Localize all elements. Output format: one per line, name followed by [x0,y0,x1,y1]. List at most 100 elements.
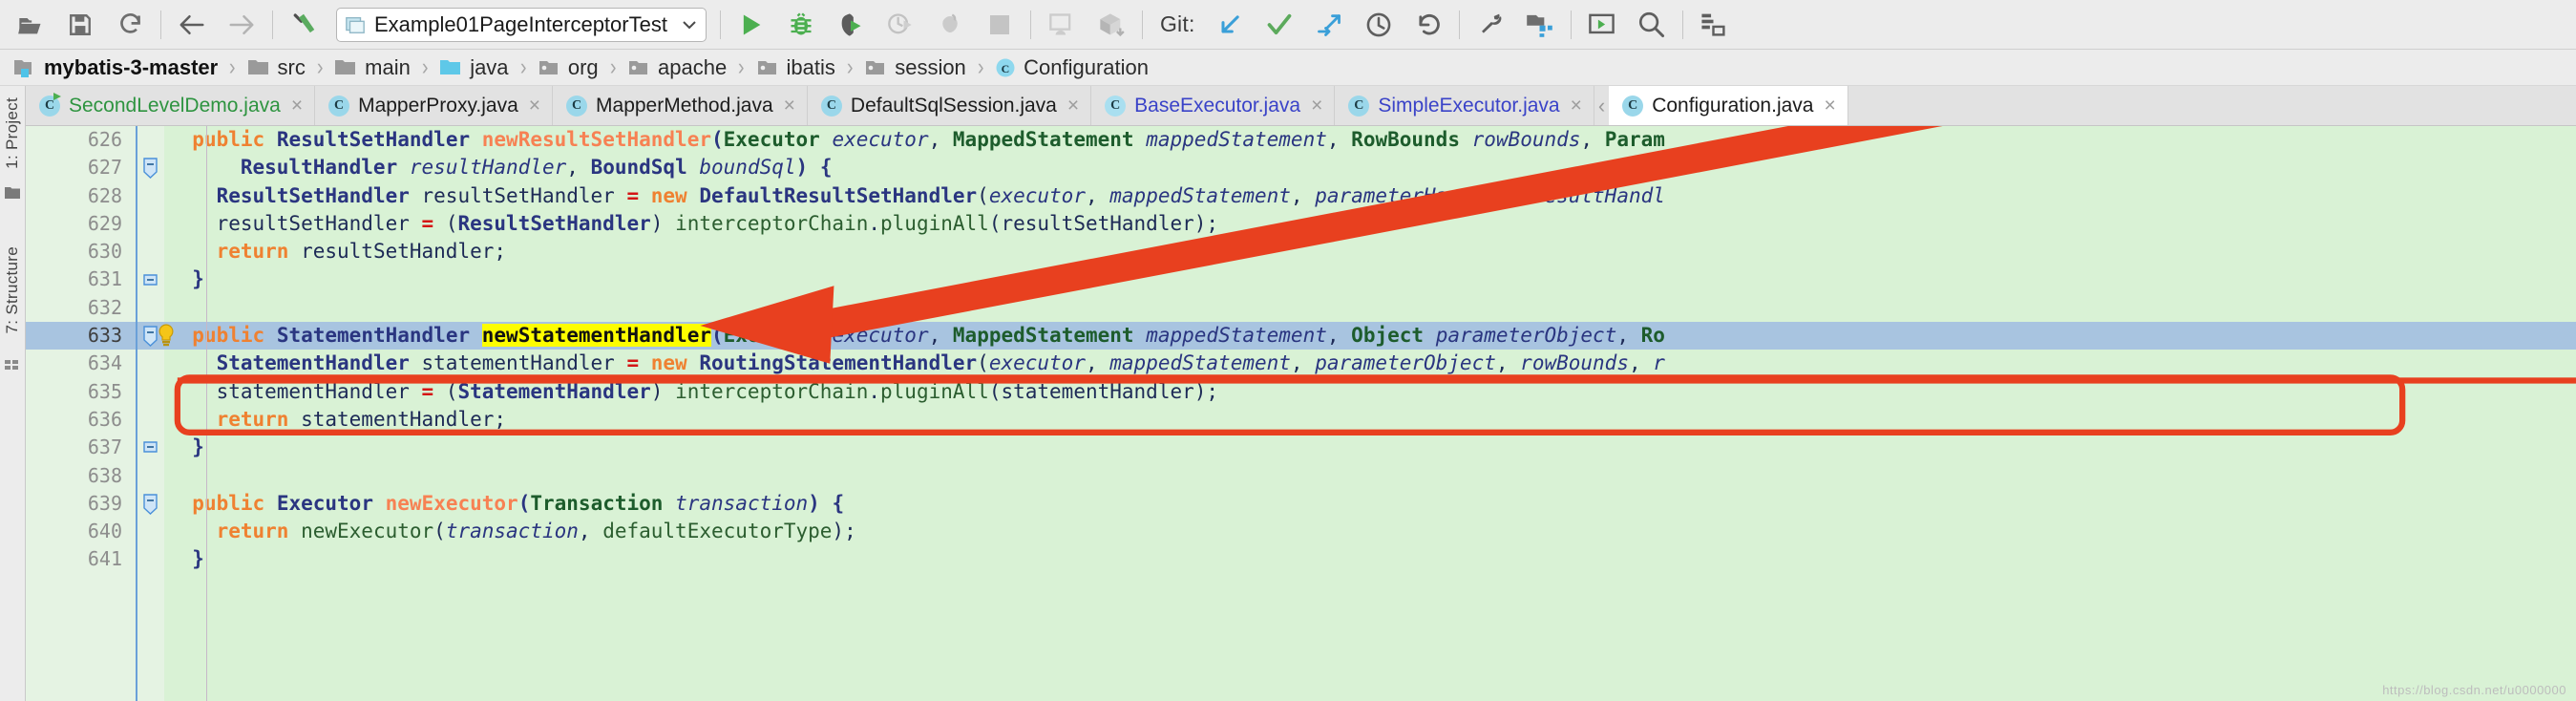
search-icon[interactable] [1627,4,1677,46]
code-editor[interactable]: 626 627 628 629 630 631 632 633 634 635 … [26,126,2576,701]
git-label: Git: [1159,11,1195,36]
package-icon [538,60,558,74]
close-icon[interactable]: × [1824,96,1835,116]
source-folder-icon [440,59,461,74]
code-line-631: } [192,267,204,291]
stop-icon[interactable] [975,4,1024,46]
module-folder-icon [14,59,32,77]
code-text[interactable]: public ResultSetHandler newResultSetHand… [164,126,2576,701]
fold-minus-icon[interactable] [136,266,164,293]
line-number: 641 [87,547,122,571]
left-tool-strip: 1: Project 7: Structure [0,86,26,701]
chevron-down-icon[interactable] [683,20,696,30]
editor-tab-mappermethod[interactable]: C MapperMethod.java × [553,86,808,125]
breadcrumb: mybatis-3-master › src › main › java › o… [0,50,2576,86]
code-line-636: return statementHandler; [216,407,507,431]
sync-refresh-icon[interactable] [105,4,155,46]
grid-view-icon[interactable] [5,358,20,376]
avd-manager-icon[interactable] [1037,4,1087,46]
git-history-icon[interactable] [1354,4,1404,46]
fold-minus-icon[interactable] [136,154,164,181]
open-folder-icon[interactable] [6,4,55,46]
editor-tab-label: MapperProxy.java [358,94,518,117]
code-folding-gutter[interactable] [136,126,164,701]
close-icon[interactable]: × [1311,96,1322,116]
close-icon[interactable]: × [1067,96,1079,116]
code-line-639: public Executor newExecutor(Transaction … [192,491,845,515]
breadcrumb-separator: › [421,53,429,80]
breadcrumb-item-class[interactable]: C Configuration [995,55,1149,80]
run-icon[interactable] [727,4,776,46]
java-class-icon: C [566,95,588,117]
editor-tab-defaultsqlsession[interactable]: C DefaultSqlSession.java × [807,86,1092,125]
toolbar-divider [1141,10,1143,39]
breadcrumb-item-java[interactable]: java [439,55,509,80]
editor-tab-secondleveldemo[interactable]: C SecondLevelDemo.java × [26,86,316,125]
class-letter: C [1354,97,1364,113]
intention-bulb-icon[interactable] [156,324,177,351]
editor-tab-mapperproxy[interactable]: C MapperProxy.java × [315,86,554,125]
breadcrumb-item-org[interactable]: org [538,55,599,80]
code-line-641: } [192,547,204,571]
toolbar-divider [719,10,721,39]
tab-scroll-left-icon[interactable]: ‹ [1594,86,1609,125]
breadcrumb-item-apache[interactable]: apache [627,55,727,80]
attach-profiler-icon[interactable] [925,4,975,46]
breadcrumb-item-session[interactable]: session [864,55,966,80]
terminal-run-icon[interactable] [1577,4,1627,46]
java-abstract-class-icon: C [1105,95,1127,117]
breadcrumb-item-main[interactable]: main [334,55,411,80]
class-letter: C [334,97,345,113]
breadcrumb-separator: › [846,53,854,80]
forward-arrow-icon[interactable] [217,4,266,46]
runnable-marker-icon [53,92,61,100]
breadcrumb-label: org [567,54,599,79]
build-hammer-icon[interactable] [279,4,328,46]
project-structure-icon[interactable] [1515,4,1565,46]
run-configuration-selector[interactable]: Example01PageInterceptorTest [336,7,707,42]
class-letter: C [826,97,836,113]
back-arrow-icon[interactable] [167,4,217,46]
breadcrumb-item-ibatis[interactable]: ibatis [756,55,835,80]
class-letter: C [1628,97,1638,113]
fold-minus-icon[interactable] [136,434,164,461]
sidebar-item-project[interactable]: 1: Project [1,90,24,177]
package-icon [757,60,776,74]
git-push-icon[interactable] [1304,4,1354,46]
close-icon[interactable]: × [291,96,303,116]
git-update-icon[interactable] [1205,4,1255,46]
sidebar-item-structure[interactable]: 7: Structure [1,239,24,341]
breadcrumb-item-src[interactable]: src [247,55,306,80]
debug-icon[interactable] [776,4,826,46]
watermark: https://blog.csdn.net/u0000000 [2382,683,2566,697]
editor-tab-label: BaseExecutor.java [1134,94,1301,117]
line-number: 637 [87,435,122,459]
editor-tab-configuration[interactable]: C Configuration.java × [1609,86,1848,125]
database-icon[interactable] [1689,4,1739,46]
folder-icon [247,59,268,74]
class-icon: C [996,58,1015,76]
editor-tab-baseexecutor[interactable]: C BaseExecutor.java × [1091,86,1336,125]
sdk-manager-icon[interactable] [1087,4,1136,46]
code-line-626: public ResultSetHandler newResultSetHand… [192,128,1665,151]
ide-window: Example01PageInterceptorTest Git: mybati… [0,0,2576,701]
breadcrumb-separator: › [229,53,236,80]
close-icon[interactable]: × [529,96,540,116]
favorites-folder-icon[interactable] [5,186,20,204]
close-icon[interactable]: × [784,96,795,116]
git-revert-icon[interactable] [1404,4,1453,46]
run-with-coverage-icon[interactable] [826,4,876,46]
fold-minus-icon[interactable] [136,490,164,518]
line-number: 628 [87,183,122,207]
settings-wrench-icon[interactable] [1466,4,1515,46]
profile-icon[interactable] [876,4,925,46]
breadcrumb-separator: › [609,53,617,80]
git-commit-icon[interactable] [1255,4,1304,46]
editor-tab-simpleexecutor[interactable]: C SimpleExecutor.java × [1335,86,1594,125]
breadcrumb-item-module[interactable]: mybatis-3-master [13,55,218,80]
close-icon[interactable]: × [1571,96,1582,116]
editor-tab-bar: C SecondLevelDemo.java × C MapperProxy.j… [26,86,2576,126]
save-all-icon[interactable] [55,4,105,46]
breadcrumb-separator: › [519,53,527,80]
code-line-627: ResultHandler resultHandler, BoundSql bo… [240,156,833,180]
